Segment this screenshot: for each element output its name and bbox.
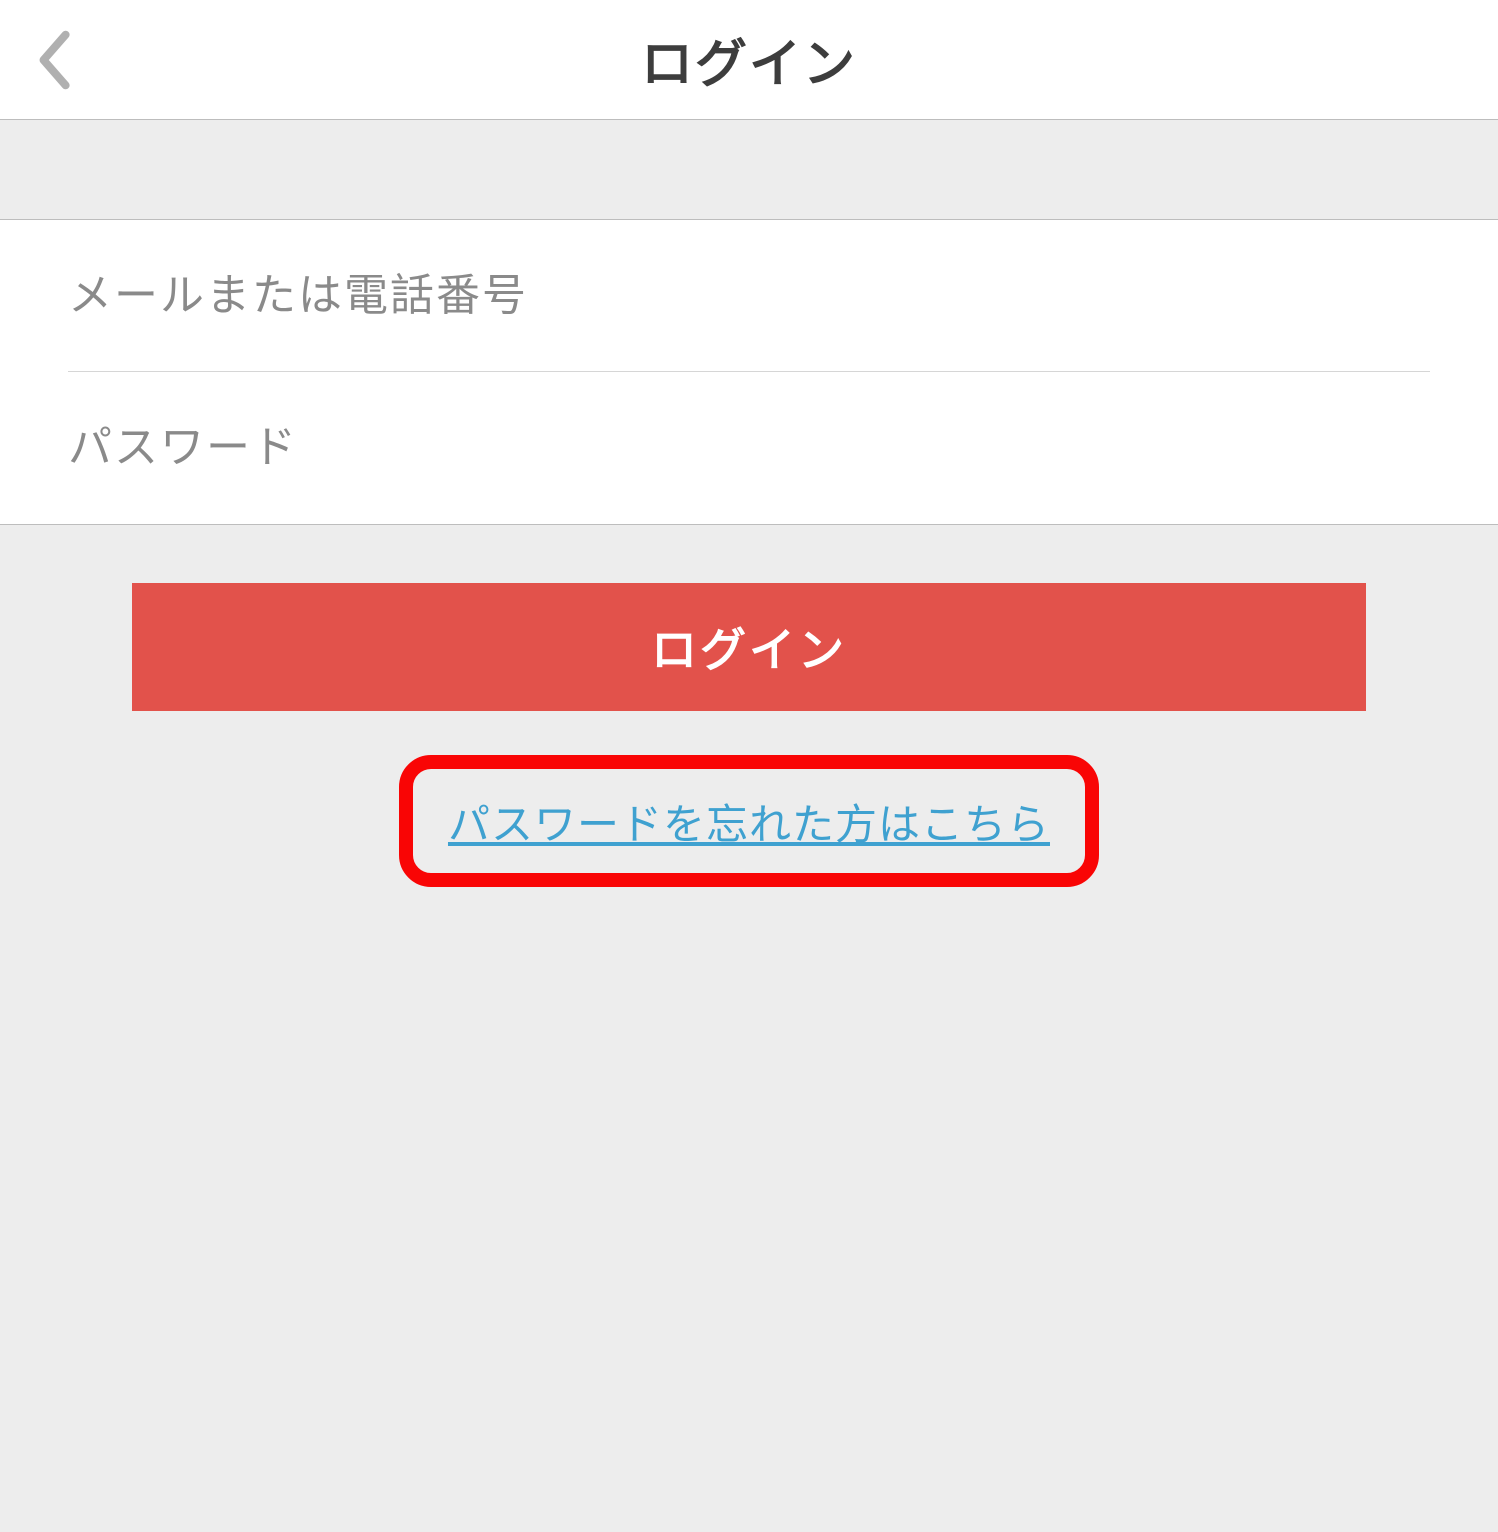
email-input-wrapper xyxy=(68,220,1430,372)
back-button[interactable] xyxy=(28,20,78,100)
login-button[interactable]: ログイン xyxy=(132,583,1366,711)
chevron-left-icon xyxy=(34,28,72,92)
email-field[interactable] xyxy=(68,271,1430,321)
header: ログイン xyxy=(0,0,1498,120)
page-title: ログイン xyxy=(0,22,1498,97)
password-input-wrapper xyxy=(68,372,1430,524)
header-spacer xyxy=(0,120,1498,220)
action-section: ログイン パスワードを忘れた方はこちら xyxy=(0,525,1498,887)
forgot-password-link[interactable]: パスワードを忘れた方はこちら xyxy=(448,791,1050,852)
password-field[interactable] xyxy=(68,423,1430,473)
login-form xyxy=(0,220,1498,525)
forgot-password-highlight: パスワードを忘れた方はこちら xyxy=(399,755,1099,887)
